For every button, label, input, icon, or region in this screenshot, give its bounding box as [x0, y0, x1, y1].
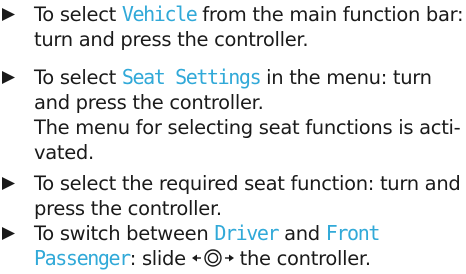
step-3-line-2: press the controller.: [34, 197, 222, 220]
triangle-right-icon: [2, 2, 16, 27]
step-2-text-pre: To select: [34, 66, 122, 89]
step-4-text-post: the controller.: [233, 247, 371, 270]
triangle-right-icon: [2, 65, 16, 90]
term-seat-settings: Seat Settings: [121, 65, 262, 89]
term-driver: Driver: [214, 221, 279, 245]
step-2-text: To select Seat Settings in the menu: tur…: [34, 65, 466, 165]
step-2-text-post: in the menu: turn: [260, 66, 432, 89]
term-passenger: Passenger: [34, 246, 131, 270]
step-1-line-2: turn and press the controller.: [34, 28, 309, 51]
step-2-result-line-1: The menu for selecting seat functions is…: [34, 116, 461, 139]
triangle-right-icon: [2, 221, 16, 246]
step-3-text: To select the required seat function: tu…: [34, 171, 466, 221]
step-4-text-pre: To switch between: [34, 222, 215, 245]
step-1-text-post: from the main function bar:: [196, 3, 464, 26]
step-1-text-pre: To select: [34, 3, 122, 26]
step-2-line-2: and press the controller.: [34, 91, 264, 114]
step-4-text-slide: : slide: [129, 247, 192, 270]
controller-slide-left-right-icon: [191, 248, 234, 274]
step-3-line-1: To select the required seat function: tu…: [34, 172, 461, 195]
step-2-result-line-2: vated.: [34, 141, 94, 164]
step-4-text-mid: and: [278, 222, 326, 245]
term-front: Front: [325, 221, 381, 245]
triangle-right-icon: [2, 171, 16, 196]
term-vehicle: Vehicle: [121, 2, 198, 26]
step-1-text: To select Vehicle from the main function…: [34, 2, 466, 52]
step-4-text: To switch between Driver and Front Passe…: [34, 221, 466, 274]
